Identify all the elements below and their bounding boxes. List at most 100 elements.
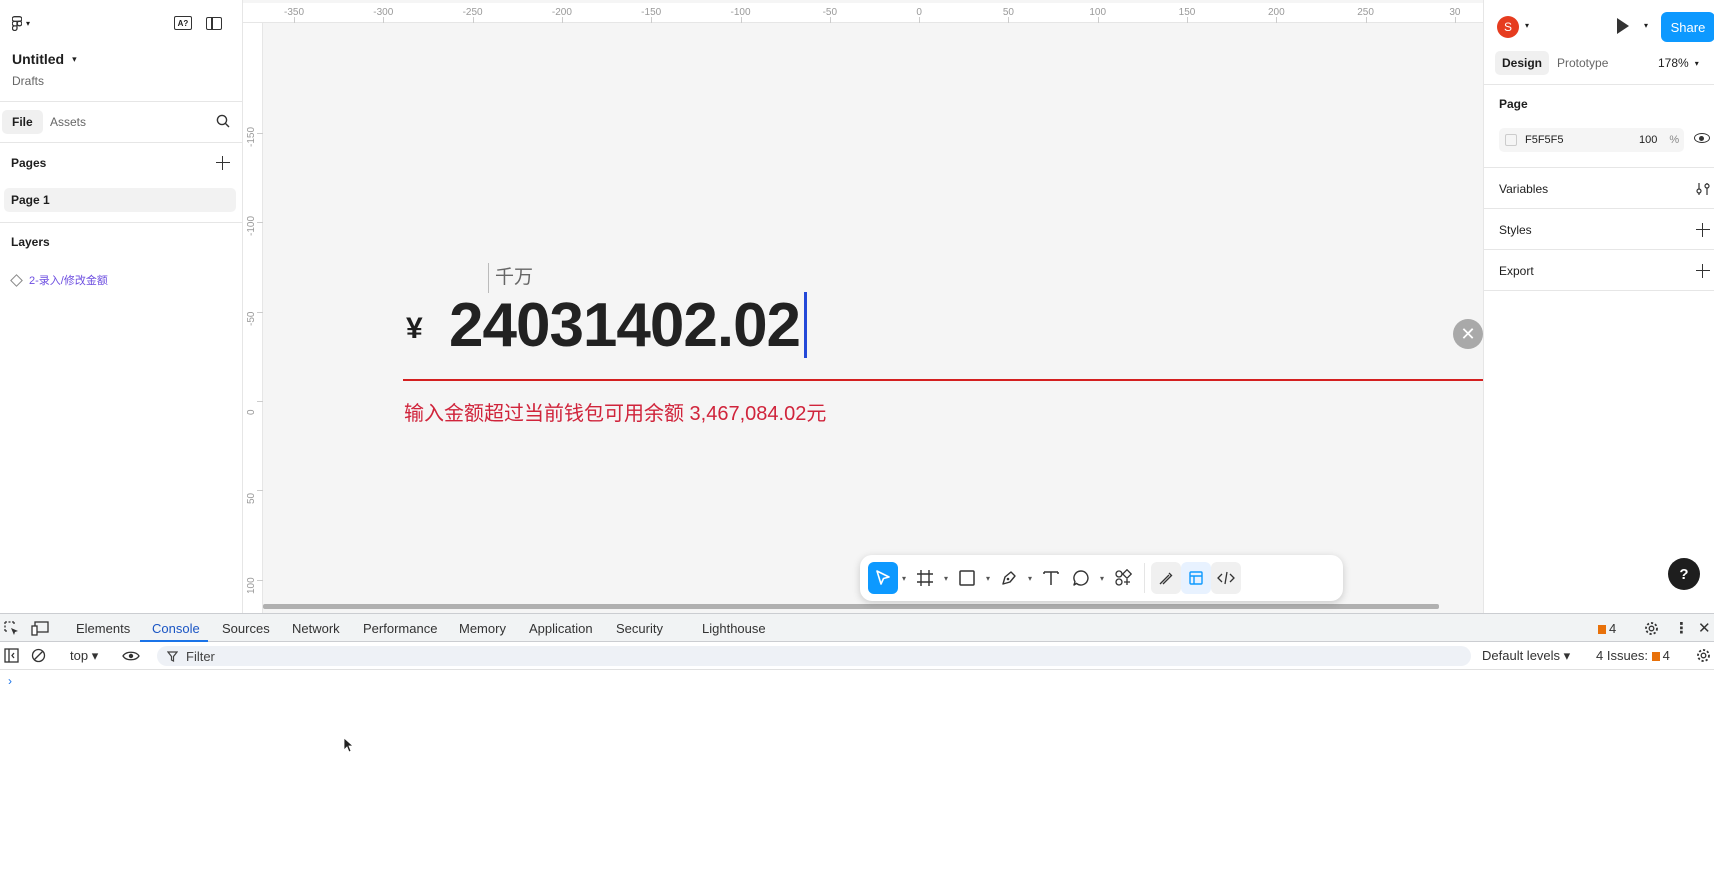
ruler-left-label: 100 xyxy=(246,576,257,594)
chevron-down-icon: ▾ xyxy=(72,53,77,64)
more-options-icon[interactable]: ⋮ xyxy=(1674,619,1689,637)
console-filter-input[interactable]: Filter xyxy=(157,646,1471,666)
ruler-left: -150 -100 -50 0 50 100 xyxy=(243,23,263,613)
ruler-tick xyxy=(1097,17,1099,23)
chevron-down-icon[interactable]: ▾ xyxy=(1024,574,1036,583)
variables-icon[interactable] xyxy=(1696,182,1710,196)
close-devtools-icon[interactable]: ✕ xyxy=(1698,619,1711,637)
live-expression-eye-icon[interactable] xyxy=(122,650,140,662)
left-panel: ▾ A? Untitled ▾ Drafts File Assets Pages… xyxy=(0,0,243,613)
devtools-tab-memory[interactable]: Memory xyxy=(459,621,506,636)
currency-symbol: ¥ xyxy=(406,312,423,345)
file-title[interactable]: Untitled ▾ xyxy=(12,51,77,67)
mouse-cursor-icon xyxy=(343,737,354,753)
tab-assets[interactable]: Assets xyxy=(50,110,86,134)
devtools-tab-bar: Elements Console Sources Network Perform… xyxy=(0,614,1714,642)
divider xyxy=(0,101,243,102)
chevron-down-icon[interactable]: ▾ xyxy=(940,574,952,583)
inspect-element-icon[interactable] xyxy=(4,621,19,636)
ruler-tick xyxy=(829,17,831,23)
clear-icon[interactable]: ✕ xyxy=(1453,319,1483,349)
devtools-tab-performance[interactable]: Performance xyxy=(363,621,437,636)
move-tool-icon[interactable] xyxy=(868,562,898,594)
log-levels-dropdown[interactable]: Default levels ▾ xyxy=(1482,648,1570,664)
tab-prototype[interactable]: Prototype xyxy=(1557,51,1608,75)
chevron-down-icon[interactable]: ▾ xyxy=(1644,21,1648,30)
console-prompt[interactable]: › xyxy=(8,674,12,688)
issues-link[interactable]: 4 Issues: 4 xyxy=(1596,648,1670,663)
amount-input[interactable]: 24031402.02 xyxy=(449,288,801,364)
devtools-tab-sources[interactable]: Sources xyxy=(222,621,270,636)
font-icon[interactable]: A? xyxy=(174,16,192,30)
ruler-tick xyxy=(561,17,563,23)
layers-title: Layers xyxy=(11,235,50,249)
variables-label[interactable]: Variables xyxy=(1499,182,1548,196)
rectangle-tool-icon[interactable] xyxy=(952,562,982,594)
ruler-tick xyxy=(740,17,742,23)
device-toolbar-icon[interactable] xyxy=(31,621,49,636)
text-tool-icon[interactable] xyxy=(1036,562,1066,594)
add-style-icon[interactable] xyxy=(1696,223,1710,237)
issue-flag-icon xyxy=(1651,652,1660,661)
console-settings-gear-icon[interactable] xyxy=(1696,648,1711,663)
chevron-down-icon: ▾ xyxy=(1694,58,1699,68)
toggle-sidebar-icon[interactable] xyxy=(206,16,222,30)
tab-design[interactable]: Design xyxy=(1495,51,1550,75)
chevron-down-icon[interactable]: ▾ xyxy=(1525,21,1529,30)
chevron-down-icon[interactable]: ▾ xyxy=(898,574,910,583)
issues-count: 4 xyxy=(1662,648,1670,663)
chevron-down-icon[interactable]: ▾ xyxy=(1096,574,1108,583)
dev-mode-icon[interactable] xyxy=(1211,562,1241,594)
percent-unit: % xyxy=(1669,134,1680,146)
devtools-tab-lighthouse[interactable]: Lighthouse xyxy=(702,621,766,636)
bottom-toolbar: ▾ ▾ ▾ ▾ ▾ xyxy=(860,555,1343,601)
play-icon[interactable] xyxy=(1617,18,1629,34)
divider xyxy=(0,142,243,143)
devtools-tab-network[interactable]: Network xyxy=(292,621,340,636)
actions-tool-icon[interactable] xyxy=(1108,562,1138,594)
log-levels-value: Default levels xyxy=(1482,648,1561,663)
divider xyxy=(1484,84,1714,85)
sidebar-toggle-icon[interactable] xyxy=(4,648,19,663)
devtools-tab-console[interactable]: Console xyxy=(152,621,200,636)
page-fill-row[interactable]: F5F5F5 100 % xyxy=(1499,128,1684,152)
frame-tool-icon[interactable] xyxy=(910,562,940,594)
eye-icon[interactable] xyxy=(1694,133,1710,143)
comment-tool-icon[interactable] xyxy=(1066,562,1096,594)
error-underline xyxy=(403,379,1483,381)
help-button[interactable]: ? xyxy=(1668,558,1700,590)
page-list-item[interactable]: Page 1 xyxy=(4,188,236,212)
clear-console-icon[interactable] xyxy=(31,648,46,663)
pen-tool-icon[interactable] xyxy=(994,562,1024,594)
main-menu-button[interactable]: ▾ xyxy=(12,16,30,31)
add-export-icon[interactable] xyxy=(1696,264,1710,278)
figma-app: ▾ A? Untitled ▾ Drafts File Assets Pages… xyxy=(0,0,1714,886)
issues-badge[interactable]: 4 xyxy=(1598,621,1616,636)
color-swatch[interactable] xyxy=(1505,134,1517,146)
draw-mode-icon[interactable] xyxy=(1151,562,1181,594)
settings-gear-icon[interactable] xyxy=(1644,621,1659,636)
ruler-tick xyxy=(294,17,295,23)
error-message: 输入金额超过当前钱包可用余额 3,467,084.02元 xyxy=(404,403,827,425)
devtools-tab-security[interactable]: Security xyxy=(616,621,663,636)
context-value: top xyxy=(70,648,89,663)
ruler-tick xyxy=(1454,17,1456,23)
horizontal-scrollbar[interactable] xyxy=(263,604,1439,609)
ruler-tick xyxy=(1276,17,1278,23)
context-selector[interactable]: top ▾ xyxy=(70,648,98,664)
file-location[interactable]: Drafts xyxy=(12,74,44,88)
devtools-tab-application[interactable]: Application xyxy=(529,621,593,636)
add-page-icon[interactable] xyxy=(216,156,230,170)
page-fill-opacity[interactable]: 100 xyxy=(1639,134,1657,146)
chevron-down-icon[interactable]: ▾ xyxy=(982,574,994,583)
devtools-tab-elements[interactable]: Elements xyxy=(76,621,130,636)
search-icon[interactable] xyxy=(216,114,230,128)
zoom-dropdown[interactable]: 178% ▾ xyxy=(1658,51,1699,75)
share-button[interactable]: Share xyxy=(1661,12,1714,42)
page-fill-hex[interactable]: F5F5F5 xyxy=(1525,134,1635,146)
canvas[interactable]: -350 -300 -250 -200 -150 -100 -50 0 50 100 150 200 2… xyxy=(243,0,1483,613)
avatar[interactable]: S xyxy=(1497,16,1519,38)
tab-file[interactable]: File xyxy=(2,110,43,134)
design-mode-icon[interactable] xyxy=(1181,562,1211,594)
layer-item[interactable]: 2-录入/修改金额 xyxy=(10,272,108,288)
